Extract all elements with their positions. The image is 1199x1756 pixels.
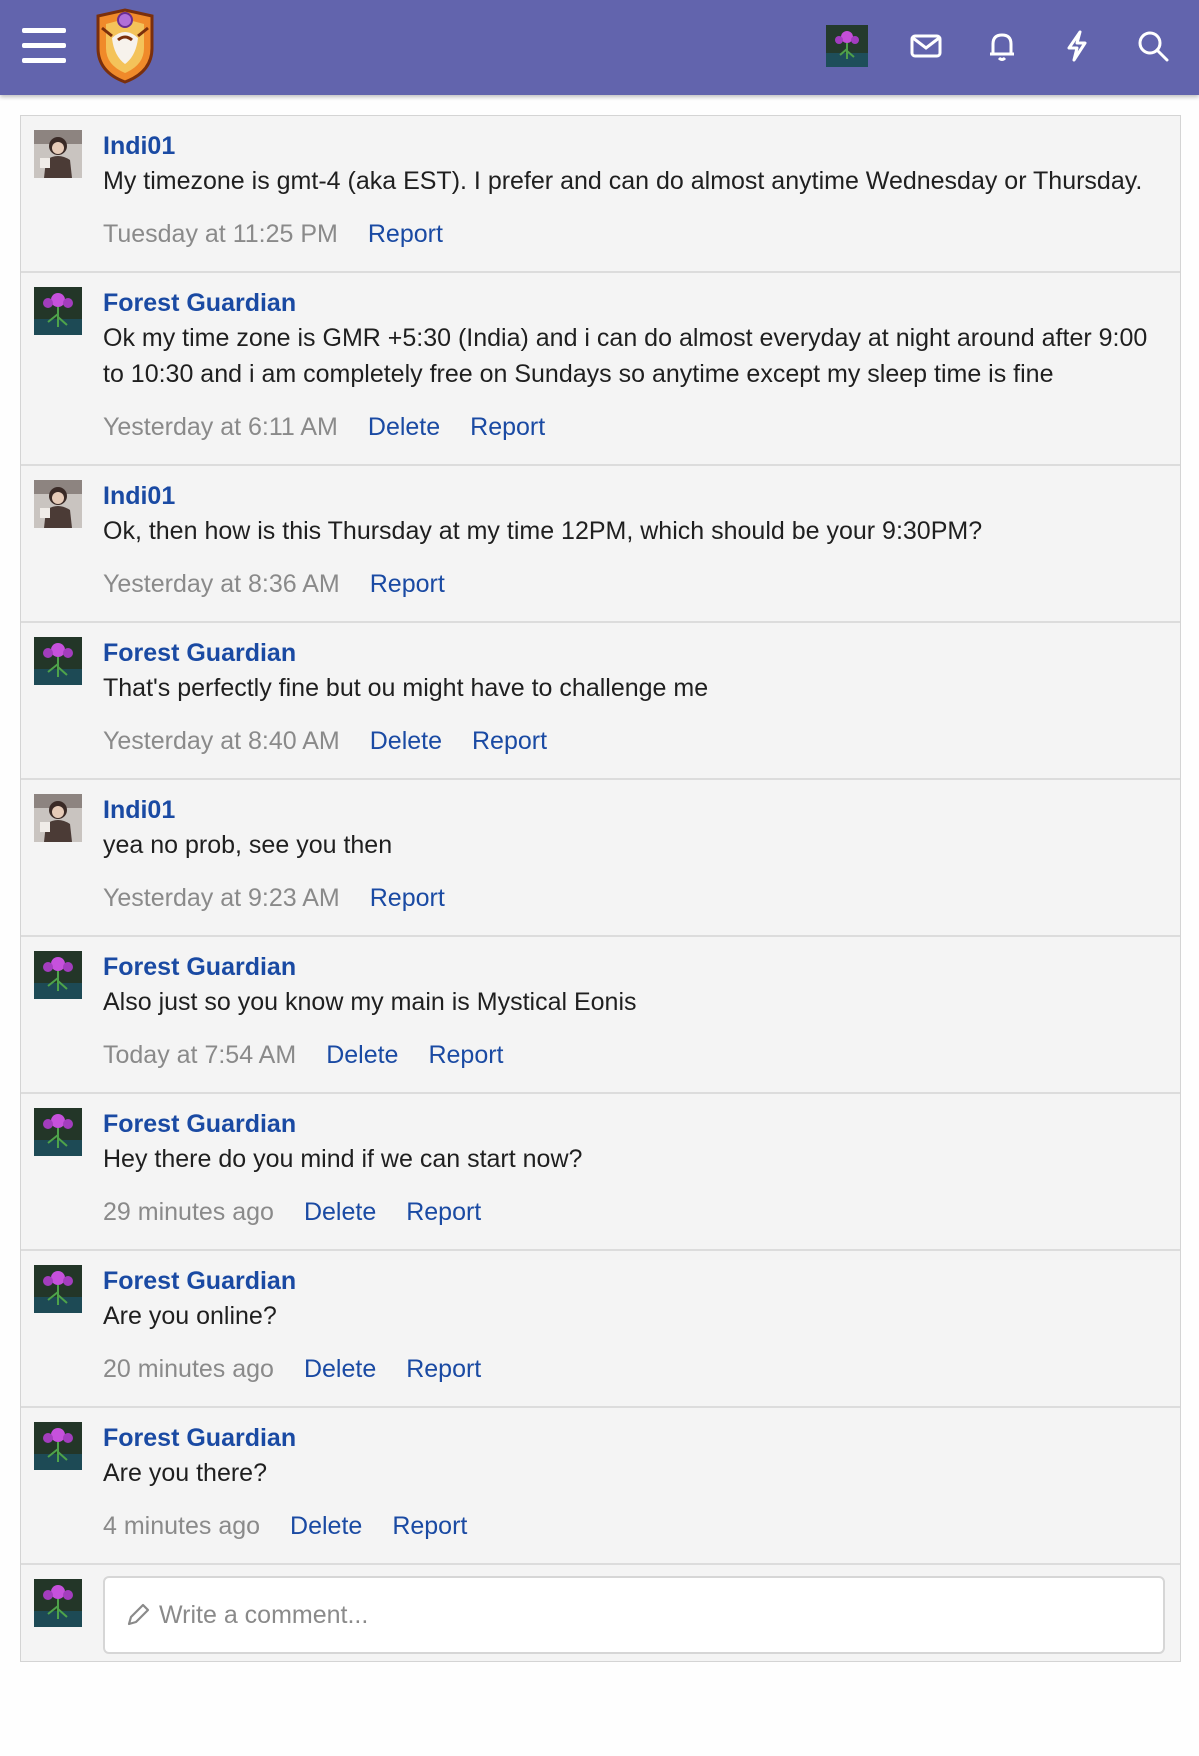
message-item: Forest Guardian Ok my time zone is GMR +5… [21,273,1180,466]
avatar[interactable] [34,1108,82,1156]
message-meta: 4 minutes ago Delete Report [103,1511,1156,1563]
message-text: That's perfectly fine but ou might have … [103,674,709,702]
avatar[interactable] [34,1579,82,1627]
message-text: Ok, then how is this Thursday at my time… [103,517,983,545]
report-link[interactable]: Report [472,727,547,755]
message-meta: Yesterday at 9:23 AM Report [103,883,1156,935]
timestamp[interactable]: Yesterday at 8:36 AM [103,570,340,598]
author-name[interactable]: Indi01 [103,481,175,511]
report-link[interactable]: Report [370,570,445,598]
report-link[interactable]: Report [392,1512,467,1540]
author-name[interactable]: Forest Guardian [103,952,296,982]
message-text: yea no prob, see you then [103,831,393,859]
report-link[interactable]: Report [406,1355,481,1383]
message-text: My timezone is gmt-4 (aka EST). I prefer… [103,167,1143,195]
avatar[interactable] [34,951,82,999]
message-meta: 20 minutes ago Delete Report [103,1354,1156,1406]
author-name[interactable]: Indi01 [103,131,175,161]
message-meta: Tuesday at 11:25 PM Report [103,219,1156,271]
delete-link[interactable]: Delete [290,1512,362,1540]
author-name[interactable]: Indi01 [103,795,175,825]
avatar[interactable] [34,637,82,685]
message-text: Ok my time zone is GMR +5:30 (India) and… [103,324,1148,388]
search-icon[interactable] [1134,27,1172,65]
delete-link[interactable]: Delete [326,1041,398,1069]
timestamp[interactable]: 4 minutes ago [103,1512,260,1540]
message-item: Indi01 My timezone is gmt-4 (aka EST). I … [21,116,1180,273]
message-meta: Yesterday at 8:36 AM Report [103,569,1156,621]
message-text: Hey there do you mind if we can start no… [103,1145,583,1173]
comment-row: Write a comment... [21,1565,1180,1661]
message-thread: Indi01 My timezone is gmt-4 (aka EST). I … [20,115,1181,1662]
hamburger-menu-icon[interactable] [22,28,66,64]
message-item: Forest Guardian Also just so you know my … [21,937,1180,1094]
delete-link[interactable]: Delete [304,1355,376,1383]
timestamp[interactable]: Yesterday at 9:23 AM [103,884,340,912]
message-item: Forest Guardian That's perfectly fine but… [21,623,1180,780]
site-logo[interactable] [92,8,158,84]
message-meta: Today at 7:54 AM Delete Report [103,1040,1156,1092]
timestamp[interactable]: Today at 7:54 AM [103,1041,296,1069]
message-item: Forest Guardian Hey there do you mind if … [21,1094,1180,1251]
timestamp[interactable]: Yesterday at 6:11 AM [103,413,338,441]
user-avatar[interactable] [826,25,868,67]
delete-link[interactable]: Delete [370,727,442,755]
message-text: Are you there? [103,1459,267,1487]
bell-icon[interactable] [983,27,1021,65]
message-item: Indi01 yea no prob, see you then Yesterday… [21,780,1180,937]
timestamp[interactable]: 29 minutes ago [103,1198,274,1226]
avatar[interactable] [34,1422,82,1470]
avatar[interactable] [34,287,82,335]
timestamp[interactable]: 20 minutes ago [103,1355,274,1383]
report-link[interactable]: Report [370,884,445,912]
delete-link[interactable]: Delete [368,413,440,441]
timestamp[interactable]: Tuesday at 11:25 PM [103,220,338,248]
report-link[interactable]: Report [428,1041,503,1069]
message-meta: Yesterday at 8:40 AM Delete Report [103,726,1156,778]
author-name[interactable]: Forest Guardian [103,288,296,318]
comment-placeholder: Write a comment... [159,1600,369,1629]
message-item: Forest Guardian Are you online? 20 minutes… [21,1251,1180,1408]
message-text: Are you online? [103,1302,277,1330]
author-name[interactable]: Forest Guardian [103,1109,296,1139]
author-name[interactable]: Forest Guardian [103,1266,296,1296]
avatar[interactable] [34,1265,82,1313]
message-item: Forest Guardian Are you there? 4 minutes a… [21,1408,1180,1565]
avatar[interactable] [34,130,82,178]
timestamp[interactable]: Yesterday at 8:40 AM [103,727,340,755]
message-meta: Yesterday at 6:11 AM Delete Report [103,412,1156,464]
avatar[interactable] [34,480,82,528]
envelope-icon[interactable] [907,27,945,65]
avatar[interactable] [34,794,82,842]
message-text: Also just so you know my main is Mystica… [103,988,637,1016]
author-name[interactable]: Forest Guardian [103,638,296,668]
author-name[interactable]: Forest Guardian [103,1423,296,1453]
report-link[interactable]: Report [406,1198,481,1226]
report-link[interactable]: Report [470,413,545,441]
message-meta: 29 minutes ago Delete Report [103,1197,1156,1249]
pencil-icon [127,1603,150,1626]
message-item: Indi01 Ok, then how is this Thursday at m… [21,466,1180,623]
report-link[interactable]: Report [368,220,443,248]
comment-input[interactable]: Write a comment... [103,1576,1165,1654]
delete-link[interactable]: Delete [304,1198,376,1226]
top-nav-bar [0,0,1199,95]
lightning-icon[interactable] [1058,27,1096,65]
